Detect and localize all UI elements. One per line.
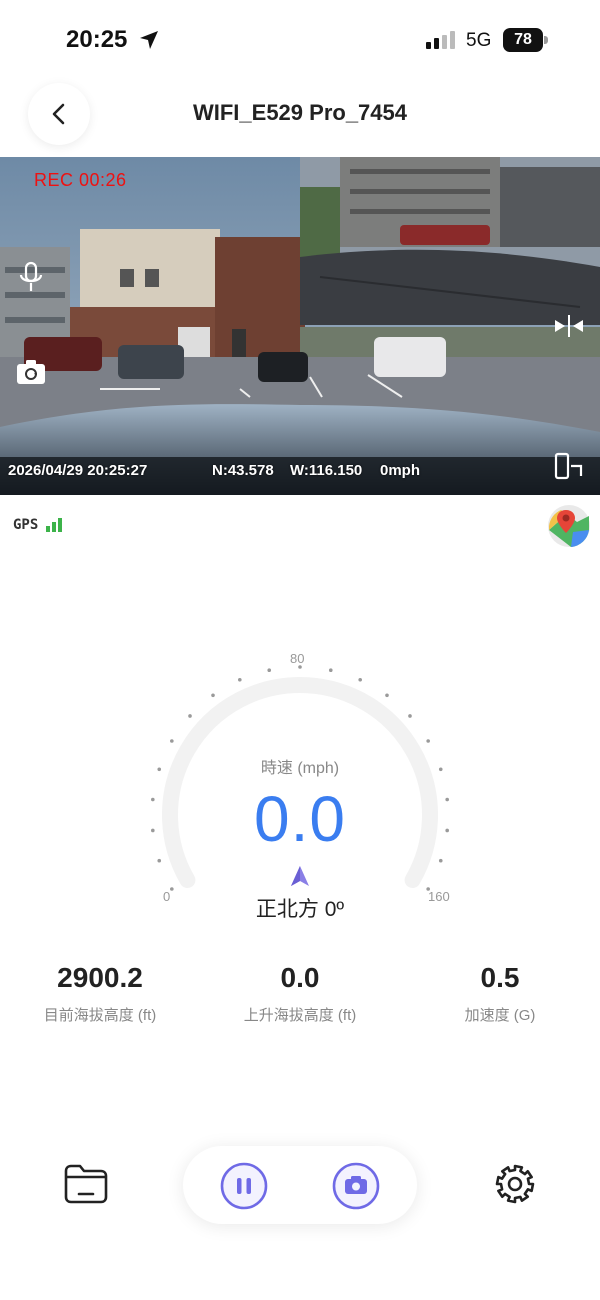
- rear-camera-feed[interactable]: [300, 157, 600, 325]
- network-type: 5G: [466, 30, 492, 51]
- battery-level: 78: [503, 28, 543, 52]
- gauge-tick-dot: [328, 668, 333, 673]
- gauge-tick-dot: [170, 739, 174, 743]
- snapshot-button[interactable]: [332, 1162, 380, 1210]
- gauge-tick-dot: [211, 693, 215, 698]
- gauge-tick-dot: [170, 887, 174, 891]
- gauge-tick-dot: [267, 668, 272, 673]
- ascent-value: 0.0: [280, 962, 320, 993]
- heading-arrow-icon: [291, 866, 309, 886]
- speed-value: 0.0: [254, 783, 346, 855]
- status-time: 20:25: [66, 26, 128, 53]
- altitude-value: 2900.2: [57, 962, 143, 993]
- gauge-tick-dot: [408, 714, 412, 718]
- settings-gear-icon[interactable]: [493, 1162, 537, 1206]
- gauge-tick-dot: [438, 858, 443, 863]
- heading-text: 正北方 0º: [255, 898, 345, 921]
- switch-camera-icon[interactable]: [16, 359, 46, 385]
- pause-button[interactable]: [220, 1162, 268, 1210]
- gauge-tick-dot: [238, 677, 242, 682]
- overlay-datetime: 2026/04/29 20:25:27: [8, 462, 148, 479]
- microphone-icon[interactable]: [18, 261, 44, 293]
- gauge-tick-dot: [385, 693, 389, 698]
- folder-icon[interactable]: [63, 1163, 109, 1205]
- gauge-tick-dot: [426, 739, 430, 743]
- altitude-label: 目前海拔高度 (ft): [43, 1007, 157, 1024]
- collapse-view-icon[interactable]: [553, 315, 585, 337]
- page-title: WIFI_E529 Pro_7454: [192, 100, 407, 125]
- swap-view-icon[interactable]: [553, 452, 585, 480]
- gauge-tick-dot: [358, 677, 362, 682]
- battery-icon: 78: [503, 28, 549, 52]
- overlay-latitude: N:43.578: [212, 462, 274, 479]
- rec-indicator: REC 00:26: [34, 170, 127, 190]
- acceleration-value: 0.5: [480, 962, 520, 993]
- gauge-tick-mid: 80: [290, 651, 305, 666]
- signal-icon: [426, 31, 455, 49]
- status-bar: 20:25 5G 78: [0, 0, 600, 80]
- location-arrow-icon: [140, 31, 158, 49]
- speed-unit-label: 時速 (mph): [260, 760, 340, 777]
- overlay-longitude: W:116.150: [290, 462, 363, 479]
- overlay-speed: 0mph: [380, 462, 421, 479]
- map-icon[interactable]: [547, 504, 591, 548]
- gauge-tick-dot: [188, 714, 192, 718]
- record-controls: [183, 1146, 417, 1224]
- gps-signal-icon: [46, 518, 62, 532]
- ascent-label: 上升海拔高度 (ft): [243, 1007, 357, 1024]
- gps-label: GPS: [13, 517, 39, 533]
- gauge-tick-dot: [157, 858, 162, 863]
- acceleration-label: 加速度 (G): [464, 1007, 536, 1024]
- live-video-view[interactable]: REC 00:26 2026/04/29 20:25:27 N:43.578 W…: [0, 157, 600, 495]
